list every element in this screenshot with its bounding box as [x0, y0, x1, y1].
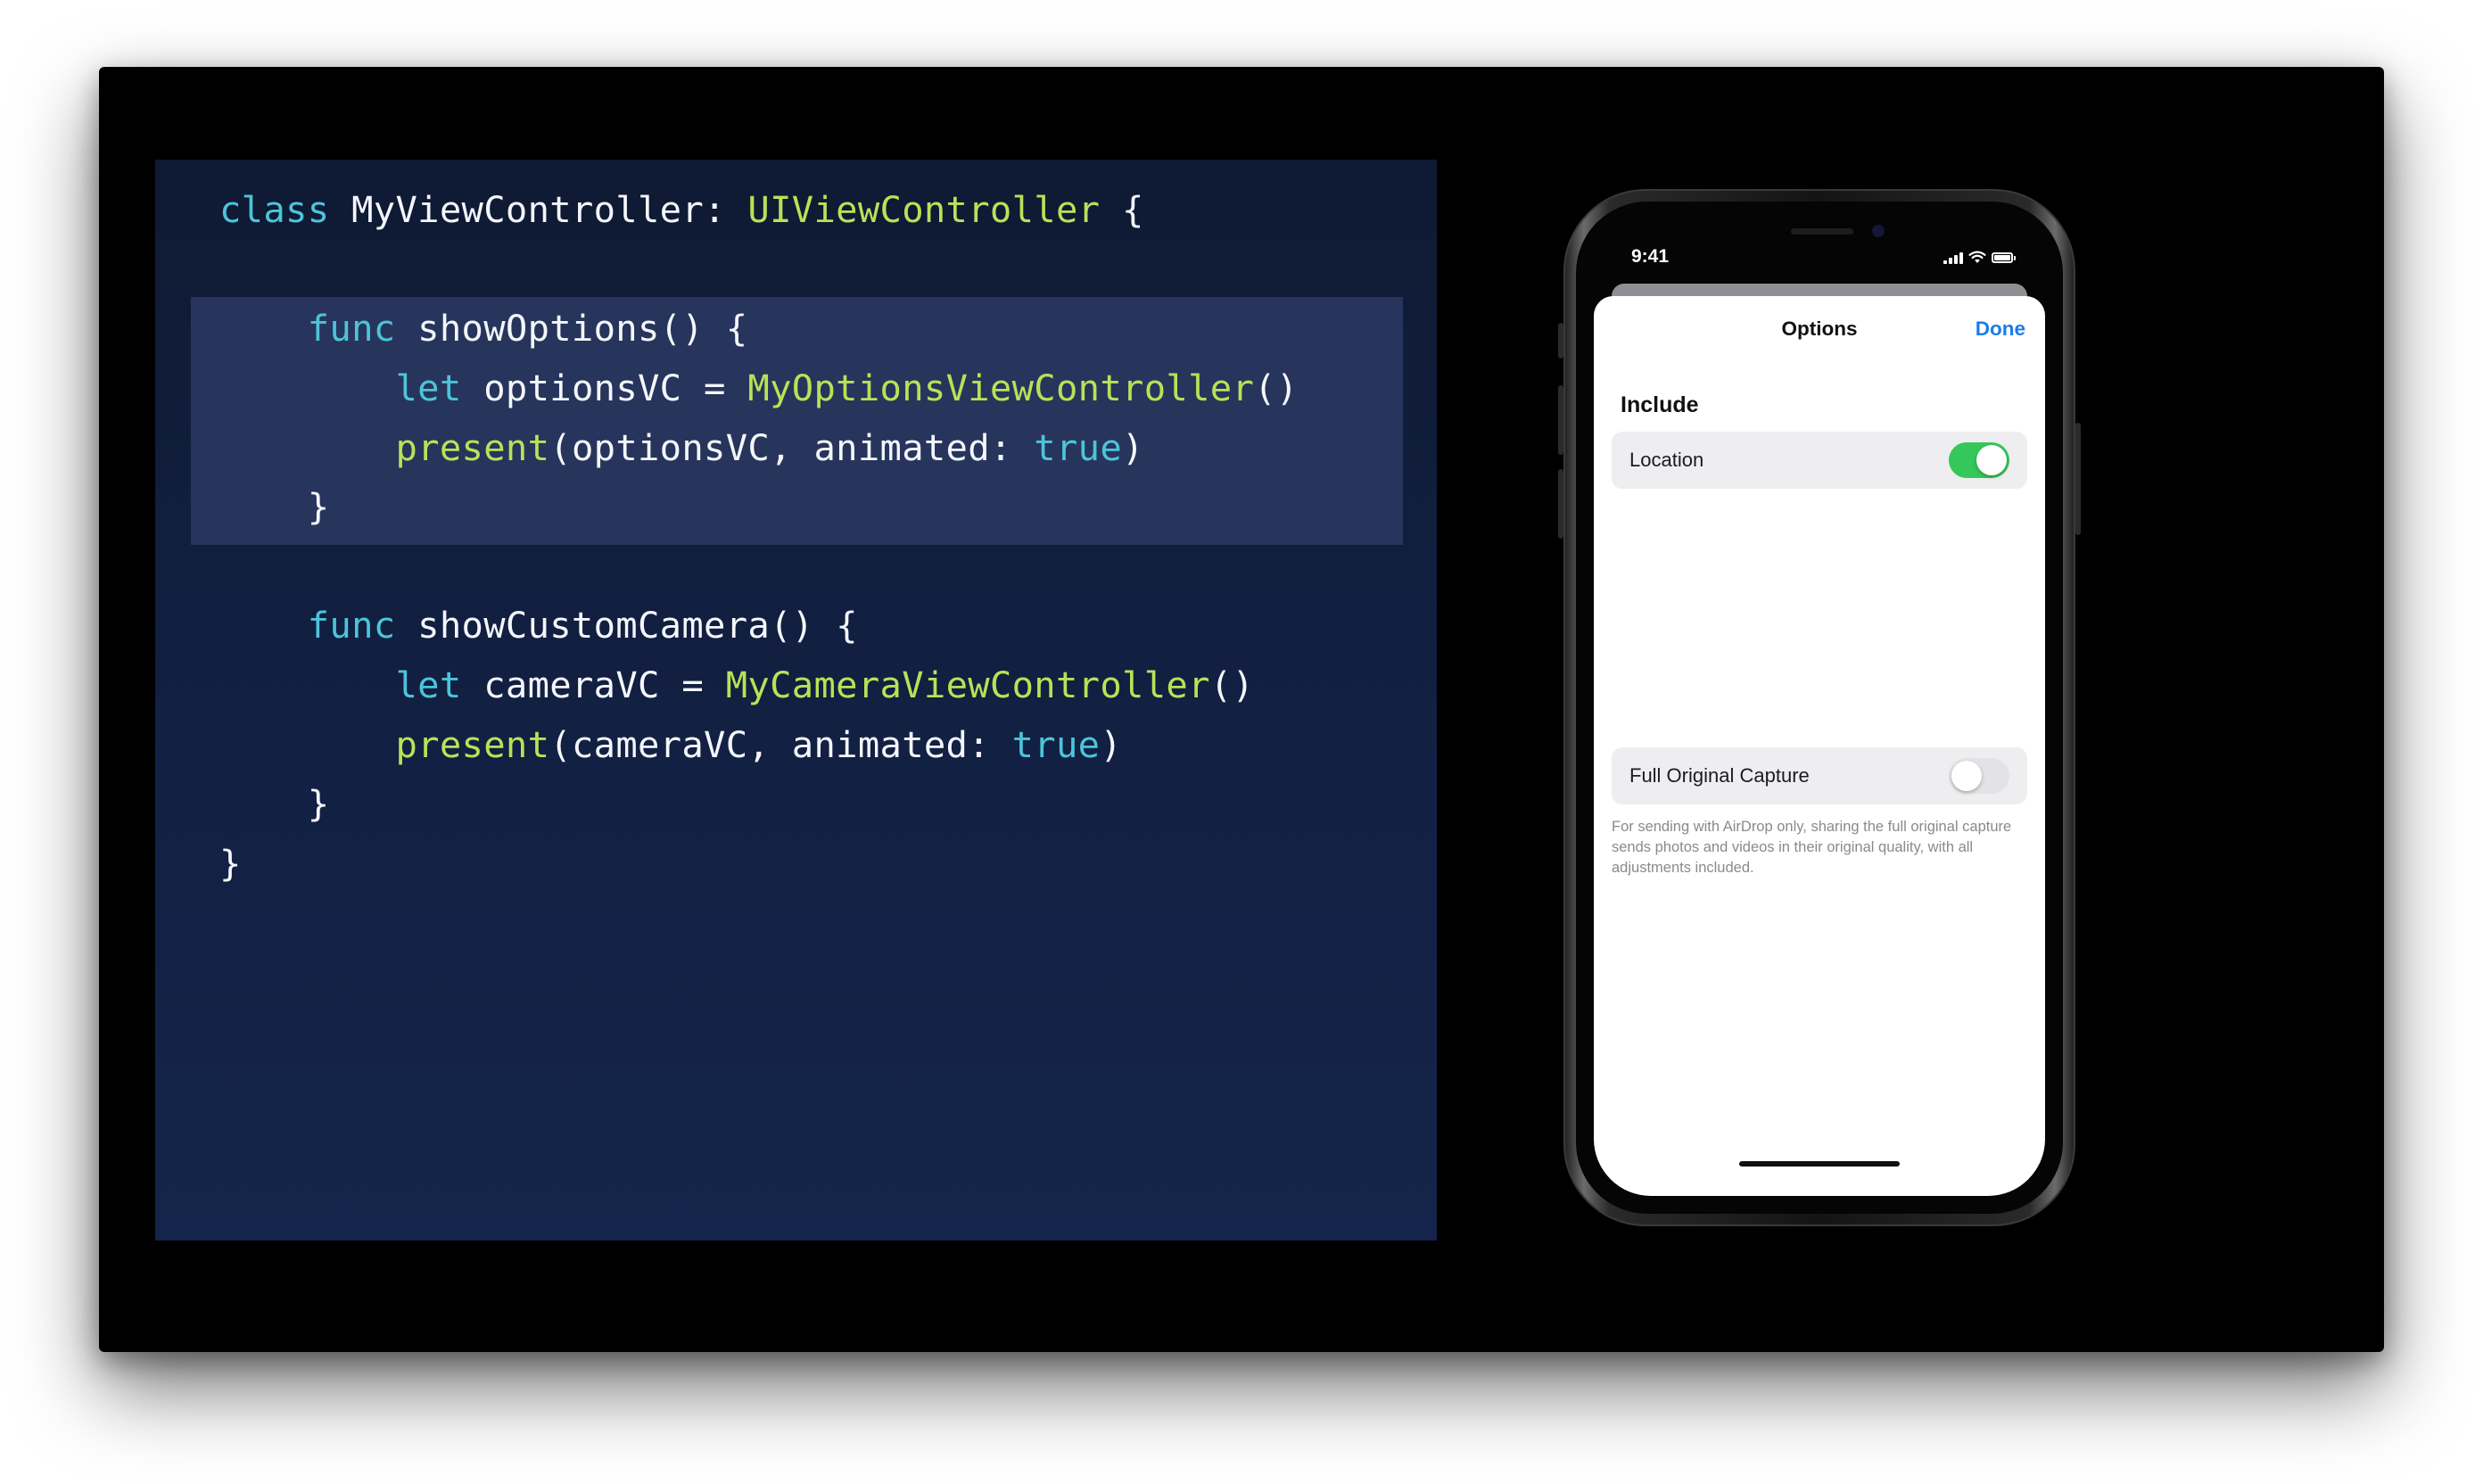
status-bar-time: 9:41 [1631, 246, 1670, 267]
code-text: () [1209, 664, 1255, 706]
code-literal: true [1034, 426, 1123, 469]
code-line-let-optionsvc: let optionsVC = MyOptionsViewController(… [219, 359, 1299, 417]
battery-icon [1992, 252, 2016, 263]
phone-screen: 9:41 Options Done Include Location Full … [1594, 219, 2045, 1196]
code-text: (cameraVC, animated: [549, 723, 1012, 766]
front-camera [1872, 225, 1885, 237]
section-footer-text: For sending with AirDrop only, sharing t… [1612, 819, 2012, 876]
code-text: optionsVC = [461, 367, 748, 409]
code-line-class-close-brace: } [219, 842, 242, 885]
done-button[interactable]: Done [1976, 317, 2025, 341]
code-line-func-showcustomcamera: func showCustomCamera() { [219, 596, 858, 655]
code-text: ) [1100, 723, 1123, 766]
full-original-capture-row[interactable]: Full Original Capture [1612, 747, 2027, 804]
toggle-knob [1976, 445, 2007, 475]
wifi-icon [1968, 251, 1986, 263]
code-line-present-cameravc: present(cameraVC, animated: true) [219, 715, 1122, 774]
full-original-capture-label: Full Original Capture [1629, 764, 1810, 787]
code-text: cameraVC = [461, 664, 726, 706]
code-text: MyViewController: [329, 188, 748, 231]
signal-icon [1943, 251, 1963, 264]
code-line-let-cameravc: let cameraVC = MyCameraViewController() [219, 655, 1254, 714]
code-line-class-declaration: class MyViewController: UIViewController… [219, 180, 1144, 239]
code-keyword: func [307, 307, 396, 350]
code-keyword: class [219, 188, 330, 231]
code-text: { [1100, 188, 1144, 231]
power-button [2075, 423, 2081, 535]
toggle-knob [1951, 761, 1982, 791]
code-type: MyCameraViewController [725, 664, 1210, 706]
code-line-present-optionsvc: present(optionsVC, animated: true) [219, 418, 1144, 477]
notch [1699, 219, 1940, 269]
volume-down-button [1558, 469, 1563, 539]
volume-up-button [1558, 385, 1563, 455]
code-text: showCustomCamera() { [395, 604, 858, 647]
location-label: Location [1629, 449, 1704, 471]
code-type: MyOptionsViewController [747, 367, 1255, 409]
code-line-close-brace: } [219, 782, 330, 825]
full-original-capture-toggle[interactable] [1949, 758, 2009, 794]
section-header-include: Include [1621, 392, 1699, 417]
code-text: showOptions() { [395, 307, 748, 350]
status-bar-icons [1943, 248, 2016, 264]
speaker-grille [1791, 228, 1853, 235]
mute-switch [1558, 323, 1563, 359]
code-text: () [1254, 367, 1299, 409]
code-keyword: let [395, 367, 462, 409]
code-line-close-brace: } [219, 485, 330, 528]
code-keyword: let [395, 664, 462, 706]
code-line-func-showoptions: func showOptions() { [219, 299, 747, 358]
code-literal: true [1011, 723, 1101, 766]
code-text: (optionsVC, animated: [549, 426, 1035, 469]
code-text: ) [1122, 426, 1144, 469]
code-function: present [395, 723, 550, 766]
iphone-mockup: 9:41 Options Done Include Location Full … [1558, 189, 2081, 1226]
home-indicator[interactable] [1739, 1161, 1900, 1167]
location-row[interactable]: Location [1612, 432, 2027, 489]
code-function: present [395, 426, 550, 469]
code-panel: class MyViewController: UIViewController… [155, 160, 1437, 1241]
location-toggle[interactable] [1949, 442, 2009, 478]
code-keyword: func [307, 604, 396, 647]
code-type: UIViewController [747, 188, 1101, 231]
presentation-slide: class MyViewController: UIViewController… [99, 67, 2384, 1352]
options-sheet: Options Done Include Location Full Origi… [1594, 296, 2045, 1196]
